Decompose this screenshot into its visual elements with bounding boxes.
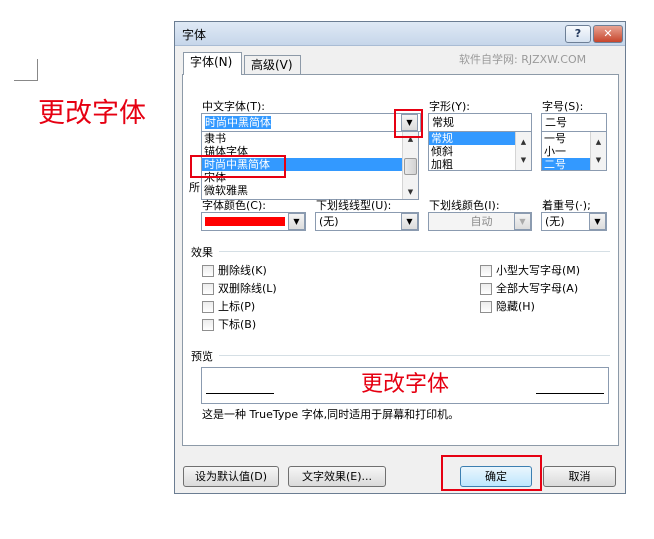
underline-color-label: 下划线颜色(I): — [429, 199, 500, 212]
preview-sample-text: 更改字体 — [360, 372, 449, 397]
font-size-list[interactable]: 一号 小一 二号 ▲ ▼ — [541, 131, 607, 171]
checkbox-box[interactable] — [202, 301, 214, 313]
checkbox-box[interactable] — [202, 265, 214, 277]
scroll-thumb[interactable] — [404, 158, 417, 175]
underline-style-label: 下划线线型(U): — [316, 199, 392, 212]
font-size-field[interactable]: 二号 — [541, 113, 607, 132]
help-button[interactable]: ? — [565, 25, 591, 43]
highlight-dropdown — [394, 109, 423, 138]
checkbox-box[interactable] — [480, 283, 492, 295]
font-size-scrollbar[interactable]: ▲ ▼ — [590, 132, 606, 170]
font-style-field[interactable]: 常规 — [428, 113, 532, 132]
preview-box: 更改字体 — [201, 367, 609, 404]
underline-color-dropdown-button: ▼ — [514, 213, 531, 230]
preview-section-title: 预览 — [191, 350, 213, 363]
chinese-font-field[interactable]: 时尚中黑简体 — [201, 113, 421, 132]
annotation-label: 更改字体 — [38, 98, 146, 129]
truetype-note: 这是一种 TrueType 字体,同时适用于屏幕和打印机。 — [202, 408, 460, 421]
chinese-font-value: 时尚中黑简体 — [205, 116, 271, 129]
checkbox-label: 双删除线(L) — [218, 282, 277, 295]
font-style-scrollbar[interactable]: ▲ ▼ — [515, 132, 531, 170]
chinese-font-option[interactable]: 隶书 — [202, 132, 418, 145]
scroll-down-icon[interactable]: ▼ — [591, 153, 606, 167]
chinese-font-label: 中文字体(T): — [202, 100, 266, 113]
tab-advanced[interactable]: 高级(V) — [244, 55, 301, 76]
font-dialog: 字体 ? ✕ 字体(N) 高级(V) 软件自学网: RJZXW.COM 中文字体… — [174, 21, 626, 494]
scroll-up-icon[interactable]: ▲ — [516, 135, 531, 149]
page-corner-mark — [14, 59, 38, 81]
font-color-swatch — [205, 217, 285, 226]
font-size-label: 字号(S): — [542, 100, 584, 113]
checkbox-label: 下标(B) — [218, 318, 257, 331]
checkbox-box[interactable] — [480, 301, 492, 313]
set-default-button[interactable]: 设为默认值(D) — [183, 466, 279, 487]
chinese-font-scrollbar[interactable]: ▲ ▼ — [402, 132, 418, 199]
text-effects-button[interactable]: 文字效果(E)... — [288, 466, 386, 487]
western-font-label: 所 — [189, 181, 200, 194]
title-bar: 字体 ? ✕ — [175, 22, 625, 46]
scroll-down-icon[interactable]: ▼ — [403, 185, 418, 199]
scroll-down-icon[interactable]: ▼ — [516, 153, 531, 167]
checkbox-label: 全部大写字母(A) — [496, 282, 579, 295]
font-color-dropdown-button[interactable]: ▼ — [288, 213, 305, 230]
watermark-text: 软件自学网: RJZXW.COM — [459, 53, 587, 66]
dialog-title: 字体 — [182, 28, 207, 42]
cancel-button[interactable]: 取消 — [543, 466, 616, 487]
checkbox-box[interactable] — [202, 319, 214, 331]
checkbox-label: 隐藏(H) — [496, 300, 535, 313]
effects-divider — [219, 251, 610, 252]
highlight-ok-button — [441, 455, 542, 491]
tab-font[interactable]: 字体(N) — [183, 52, 242, 75]
font-style-list[interactable]: 常规 倾斜 加粗 ▲ ▼ — [428, 131, 532, 171]
font-color-label: 字体颜色(C): — [202, 199, 266, 212]
checkbox-label: 删除线(K) — [218, 264, 267, 277]
checkbox-box[interactable] — [480, 265, 492, 277]
checkbox-box[interactable] — [202, 283, 214, 295]
checkbox-label: 小型大写字母(M) — [496, 264, 581, 277]
underline-style-dropdown-button[interactable]: ▼ — [401, 213, 418, 230]
chinese-font-option[interactable]: 微软雅黑 — [202, 184, 418, 197]
checkbox-label: 上标(P) — [218, 300, 256, 313]
highlight-selected-font — [190, 155, 286, 178]
emphasis-mark-label: 着重号(·); — [542, 199, 591, 212]
close-button[interactable]: ✕ — [593, 25, 623, 43]
emphasis-mark-dropdown-button[interactable]: ▼ — [589, 213, 606, 230]
font-style-label: 字形(Y): — [429, 100, 471, 113]
preview-divider — [219, 355, 610, 356]
scroll-up-icon[interactable]: ▲ — [591, 135, 606, 149]
effects-section-title: 效果 — [191, 246, 213, 259]
